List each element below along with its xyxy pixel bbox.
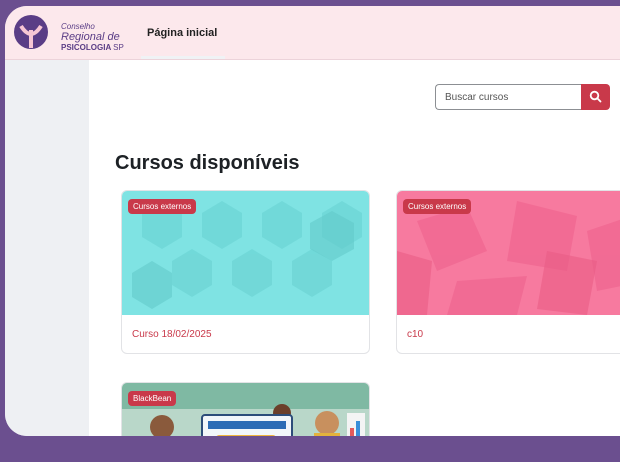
main-content: Cursos disponíveis [89, 60, 620, 436]
brand-line1: Conselho [61, 22, 95, 31]
brand-line3-main: PSICOLOGIA [61, 43, 111, 52]
course-card[interactable]: BlackBean [121, 382, 370, 436]
course-badge: BlackBean [128, 391, 177, 406]
course-card[interactable]: Cursos externos Curso 18/02/2025 [121, 190, 370, 354]
top-navbar: Conselho Regional de PSICOLOGIA SP Págin… [5, 6, 620, 60]
search-button[interactable] [581, 84, 610, 110]
page-title: Cursos disponíveis [115, 152, 300, 174]
course-name-link[interactable]: Curso 18/02/2025 [132, 329, 212, 340]
left-sidebar [5, 60, 89, 436]
brand-line2: Regional de [61, 31, 120, 43]
logo-icon [14, 15, 48, 49]
nav-home-link[interactable]: Página inicial [147, 27, 217, 39]
brand-line3-suffix: SP [113, 43, 124, 52]
brand-line3: PSICOLOGIA SP [61, 44, 124, 52]
course-card[interactable]: Cursos externos c10 [396, 190, 620, 354]
brand-text: Conselho Regional de PSICOLOGIA SP [61, 23, 124, 52]
nav-active-indicator [141, 56, 225, 59]
search-icon [589, 90, 602, 103]
course-badge: Cursos externos [128, 199, 197, 214]
course-name-link[interactable]: c10 [407, 329, 423, 340]
search-input[interactable] [435, 84, 581, 110]
course-search [435, 84, 610, 110]
app-window: Conselho Regional de PSICOLOGIA SP Págin… [5, 6, 620, 436]
course-badge: Cursos externos [403, 199, 472, 214]
